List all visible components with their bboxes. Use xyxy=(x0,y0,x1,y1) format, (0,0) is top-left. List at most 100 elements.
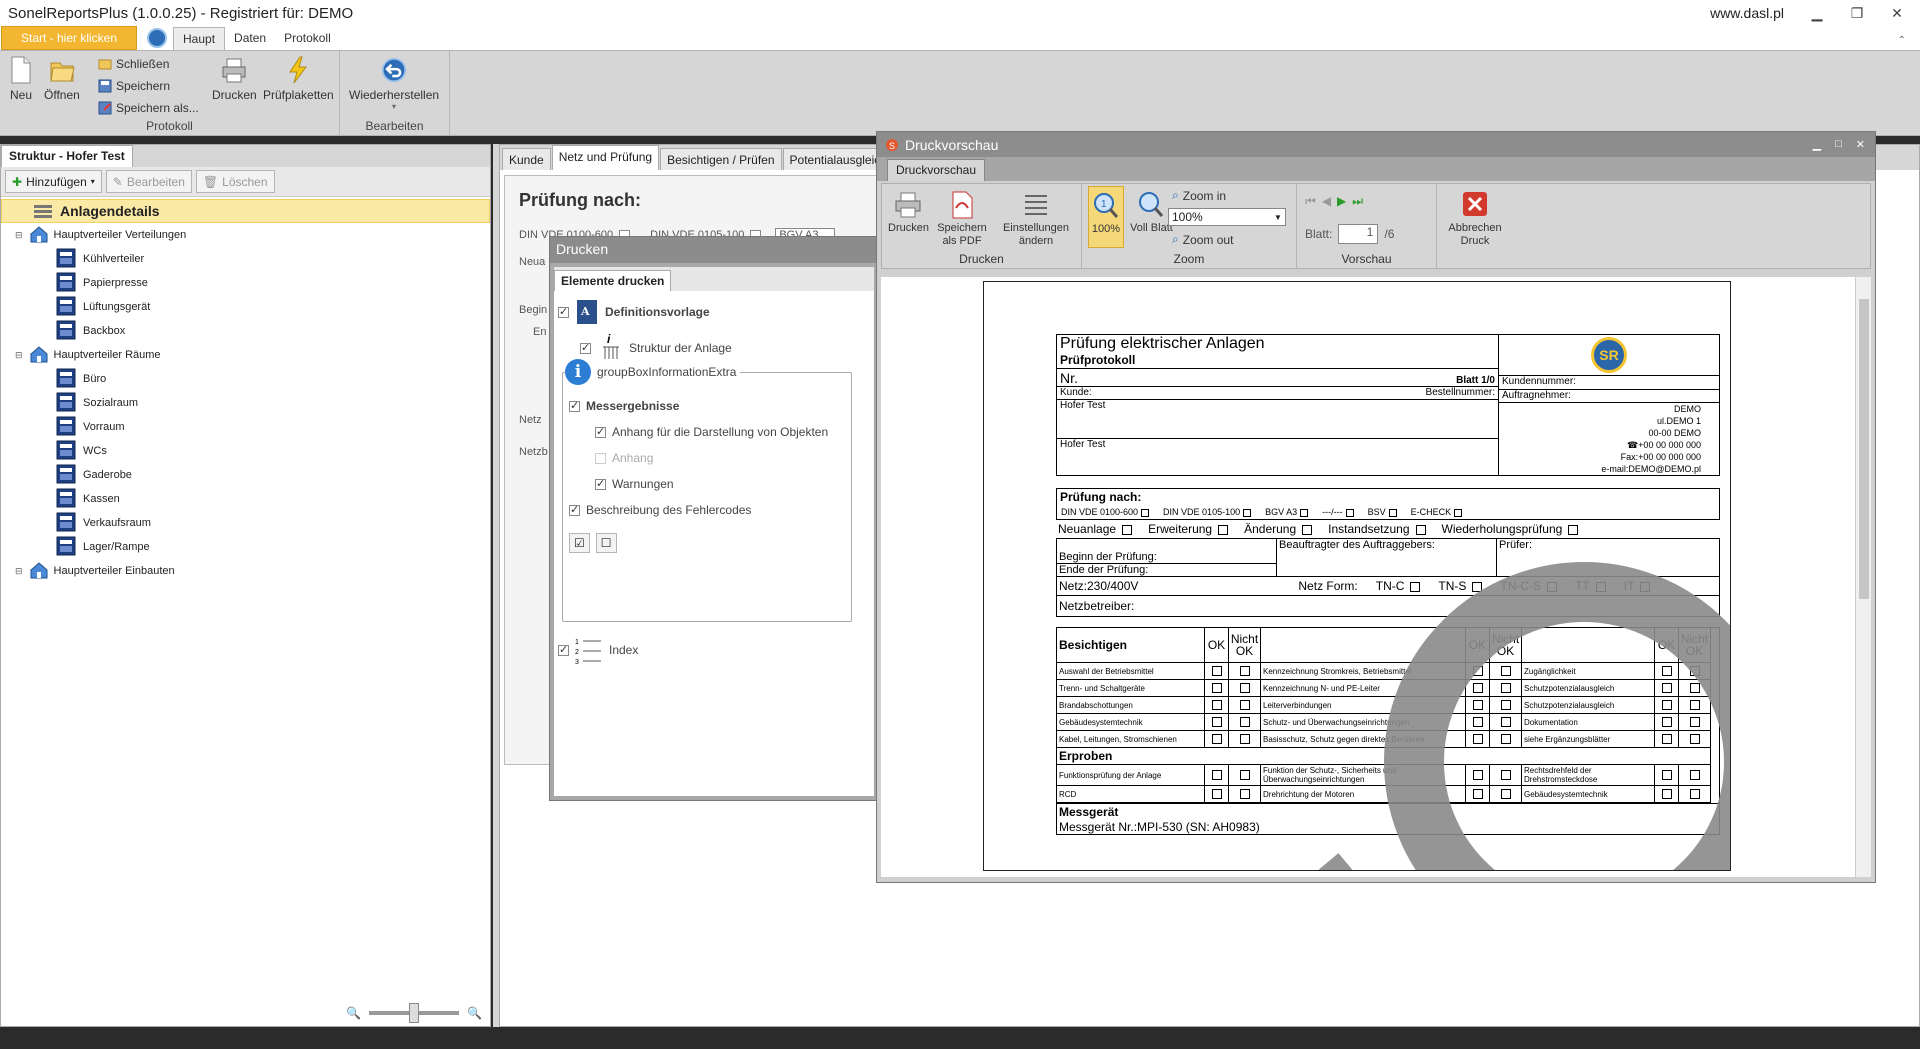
add-button[interactable]: ✚ Hinzufügen ▾ xyxy=(5,170,102,193)
tab-potentialausgleich[interactable]: Potentialausgleic xyxy=(782,148,888,170)
print-item-index[interactable]: 1 2 3 Index xyxy=(558,635,638,665)
report-standards: DIN VDE 0100-600 DIN VDE 0105-100 BGV A3 --… xyxy=(1057,505,1719,519)
preview-minimize-icon[interactable]: ▁ xyxy=(1813,138,1821,151)
edit-button[interactable]: ✎ Bearbeiten xyxy=(105,170,192,193)
print-item-definition[interactable]: A Definitionsvorlage xyxy=(558,299,710,325)
last-page-icon[interactable]: ⏭ xyxy=(1352,194,1363,209)
website-link[interactable]: www.dasl.pl xyxy=(1710,5,1784,21)
report-dates-left: Beginn der Prüfung: Ende der Prüfung: xyxy=(1057,539,1277,576)
restore-button[interactable]: Wiederherstellen ▾ xyxy=(349,55,439,111)
collapse-ribbon-icon[interactable]: ⌃ xyxy=(1898,35,1906,46)
preview-close-icon[interactable]: ✕ xyxy=(1856,138,1865,151)
zoom-slider-thumb[interactable] xyxy=(409,1003,420,1023)
attachment-checkbox[interactable] xyxy=(595,452,606,464)
minimize-icon[interactable]: ▁ xyxy=(1810,5,1824,22)
error-desc-checkbox[interactable] xyxy=(569,503,580,516)
tab-haupt[interactable]: Haupt xyxy=(173,27,226,50)
results-checkbox[interactable] xyxy=(569,399,580,412)
check-cell xyxy=(1466,765,1490,786)
tree-item-label: Vorraum xyxy=(83,421,125,433)
preview-scroll-thumb[interactable] xyxy=(1859,299,1869,599)
print-item-error-desc[interactable]: Beschreibung des Fehlercodes xyxy=(569,503,751,517)
tree-item[interactable]: Lager/Rampe xyxy=(1,535,490,559)
check-box xyxy=(1472,734,1483,744)
collapse-icon[interactable]: ⊟ xyxy=(15,230,23,241)
check-option-label: E-CHECK xyxy=(1410,507,1452,517)
next-page-icon[interactable]: ▶ xyxy=(1337,194,1346,209)
preview-tab[interactable]: Druckvorschau xyxy=(887,159,986,181)
tree-root[interactable]: Anlagendetails xyxy=(1,199,490,223)
tree-item[interactable]: Gaderobe xyxy=(1,463,490,487)
settings-button[interactable]: Einstellungen ändern xyxy=(998,190,1074,248)
collapse-icon[interactable]: ⊟ xyxy=(15,350,23,361)
cancel-print-button[interactable]: Abbrechen Druck xyxy=(1442,190,1508,248)
print-item-attachment[interactable]: Anhang xyxy=(595,451,653,465)
save-pdf-button[interactable]: Speichern als PDF xyxy=(934,190,990,248)
zoom-select-arrow-icon[interactable]: ▼ xyxy=(1271,213,1285,222)
restore-icon[interactable]: ❐ xyxy=(1850,5,1864,22)
open-button[interactable]: Öffnen xyxy=(44,55,80,102)
tree-group[interactable]: ⊟ Hauptverteiler Einbauten xyxy=(1,559,490,583)
index-checkbox[interactable] xyxy=(558,643,569,656)
attachment-objects-checkbox[interactable] xyxy=(595,425,606,438)
tree-item[interactable]: Büro xyxy=(1,367,490,391)
tab-netz-pruefung[interactable]: Netz und Prüfung xyxy=(551,145,660,170)
tree-item[interactable]: Verkaufsraum xyxy=(1,511,490,535)
zoom-in-button[interactable]: ⌕ Zoom in xyxy=(1172,188,1226,203)
report-netzformen: TN-C TN-S TN-C-S TT IT xyxy=(1376,579,1651,593)
print-button[interactable]: Drucken xyxy=(212,55,257,102)
save-as-button[interactable]: Speichern als... xyxy=(98,101,199,115)
full-page-button[interactable]: Voll Blatt xyxy=(1130,190,1173,235)
print-item-warnings[interactable]: Warnungen xyxy=(595,477,674,491)
tab-protokoll[interactable]: Protokoll xyxy=(275,27,340,50)
preview-maximize-icon[interactable]: □ xyxy=(1835,138,1842,151)
collapse-icon[interactable]: ⊟ xyxy=(15,566,23,577)
tree-item[interactable]: Backbox xyxy=(1,319,490,343)
template-icon: A xyxy=(577,300,597,324)
tree-item[interactable]: Vorraum xyxy=(1,415,490,439)
zoom-in-icon[interactable]: 🔍 xyxy=(467,1006,482,1020)
check-box xyxy=(1640,581,1651,592)
restore-dropdown-icon[interactable]: ▾ xyxy=(392,102,396,111)
select-all-button[interactable]: ☑ xyxy=(569,533,590,553)
tree-item[interactable]: WCs xyxy=(1,439,490,463)
print-item-results[interactable]: Messergebnisse xyxy=(569,399,679,413)
page-input[interactable]: 1 xyxy=(1338,224,1379,244)
definition-label: Definitionsvorlage xyxy=(605,305,710,319)
tree-group[interactable]: ⊟ Hauptverteiler Verteilungen xyxy=(1,223,490,247)
tree-item[interactable]: Lüftungsgerät xyxy=(1,295,490,319)
start-button[interactable]: Start - hier klicken xyxy=(1,26,137,50)
structure-checkbox[interactable] xyxy=(580,341,591,354)
tab-besichtigen[interactable]: Besichtigen / Prüfen xyxy=(660,148,782,170)
zoom-100-button[interactable]: 1 100% xyxy=(1088,186,1124,248)
zoom-out-button[interactable]: ⌕ Zoom out xyxy=(1172,232,1233,247)
definition-checkbox[interactable] xyxy=(558,305,569,318)
tree-item[interactable]: Sozialraum xyxy=(1,391,490,415)
preview-print-button[interactable]: Drucken xyxy=(888,190,929,235)
zoom-select[interactable]: 100% ▼ xyxy=(1168,208,1286,226)
quick-access-icon[interactable] xyxy=(147,28,167,48)
prev-page-icon[interactable]: ◀ xyxy=(1322,194,1331,209)
close-doc-button[interactable]: Schließen xyxy=(98,57,169,71)
structure-tab[interactable]: Struktur - Hofer Test xyxy=(1,145,133,167)
print-item-attachment-objects[interactable]: Anhang für die Darstellung von Objekten xyxy=(595,425,828,439)
zoom-out-icon[interactable]: 🔍 xyxy=(346,1006,361,1020)
print-elements-tab[interactable]: Elemente drucken xyxy=(554,270,672,291)
tree-group[interactable]: ⊟ Hauptverteiler Räume xyxy=(1,343,490,367)
warnings-checkbox[interactable] xyxy=(595,477,606,490)
close-icon[interactable]: ✕ xyxy=(1890,5,1904,22)
select-none-button[interactable]: ☐ xyxy=(595,533,617,553)
tree-item[interactable]: Papierpresse xyxy=(1,271,490,295)
house-icon xyxy=(29,345,54,366)
save-button[interactable]: Speichern xyxy=(98,79,170,93)
tab-kunde[interactable]: Kunde xyxy=(502,148,551,170)
preview-scrollbar[interactable] xyxy=(1855,277,1871,877)
new-button[interactable]: Neu xyxy=(8,55,34,102)
delete-button[interactable]: 🗑 Löschen xyxy=(195,170,275,193)
test-labels-button[interactable]: Prüfplaketten xyxy=(263,55,334,102)
tree-item[interactable]: Kassen xyxy=(1,487,490,511)
tab-daten[interactable]: Daten xyxy=(225,27,275,50)
zoom-slider[interactable] xyxy=(369,1003,460,1023)
first-page-icon[interactable]: ⏮ xyxy=(1305,194,1316,209)
tree-item[interactable]: Kühlverteiler xyxy=(1,247,490,271)
